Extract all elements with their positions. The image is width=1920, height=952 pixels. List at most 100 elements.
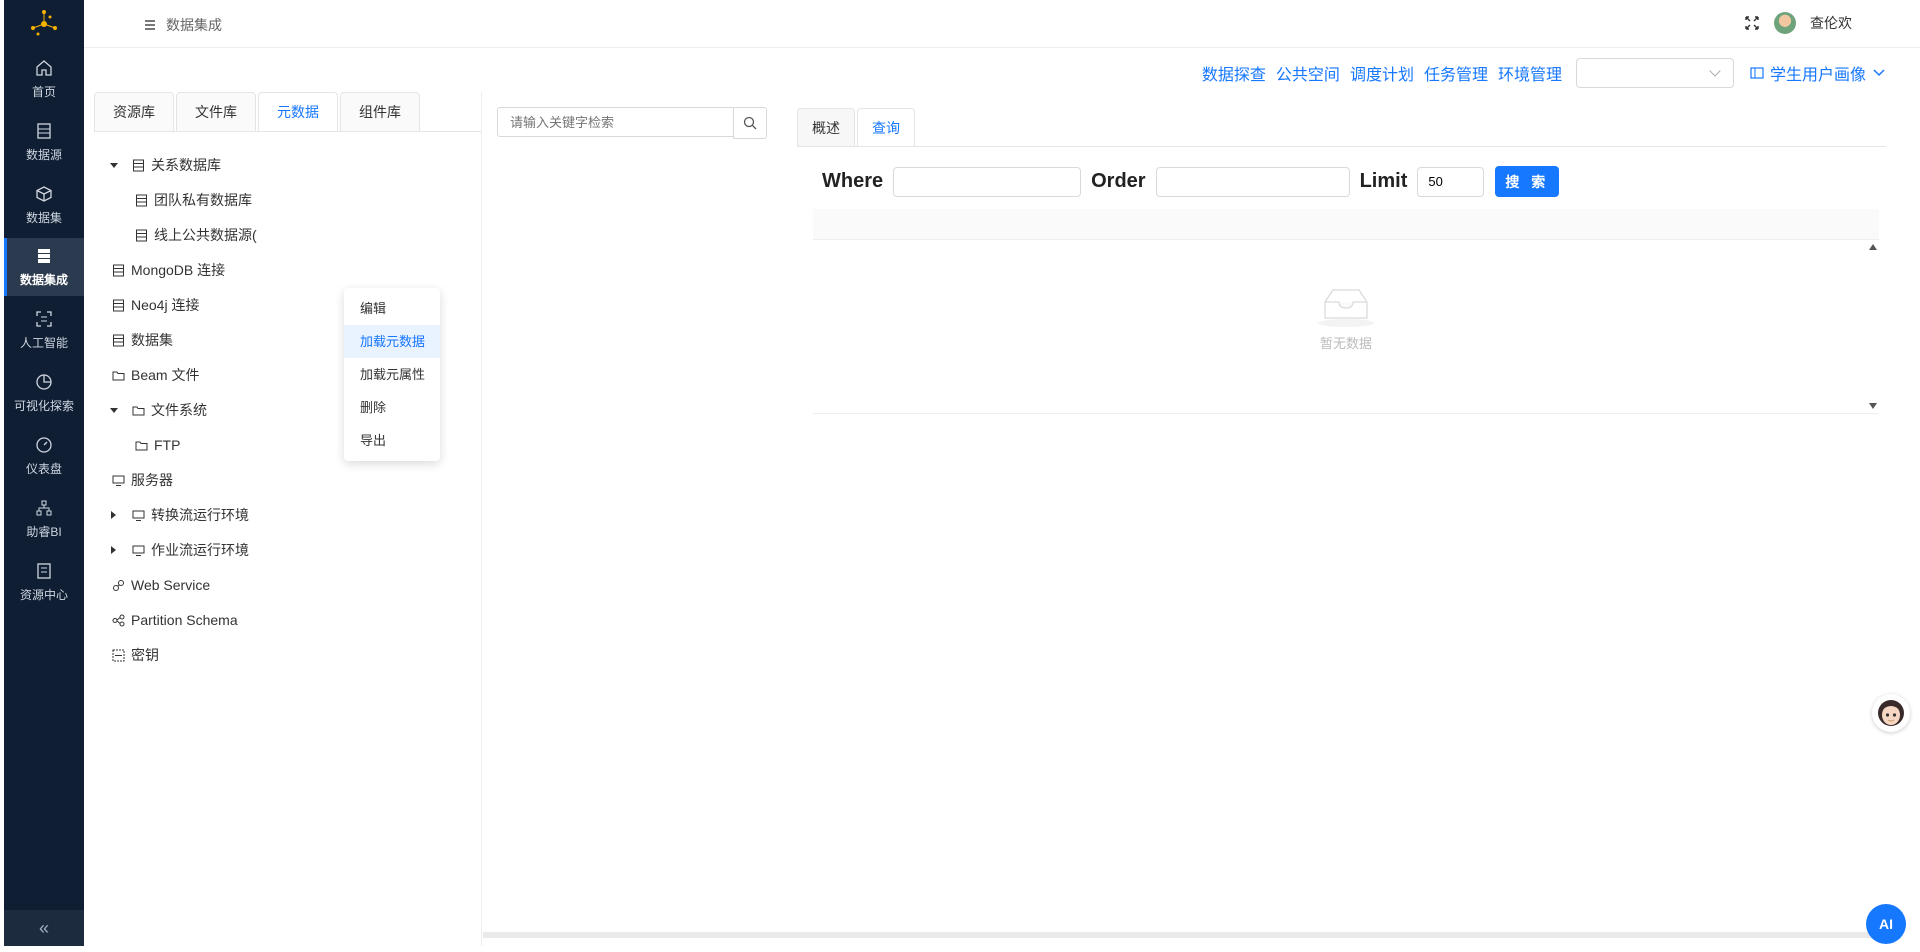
tree-node-online-public-datasource[interactable]: 线上公共数据源( [135,223,257,247]
org-chart-icon [36,500,52,515]
left-panel: 资源库 文件库 元数据 组件库 关系数据库 团队私有数据库 线上公共数据源( M… [86,92,482,946]
sidebar-item-visual-explore[interactable]: 可视化探索 [4,364,84,422]
right-tabs-divider [797,146,1886,147]
dashboard-icon [36,436,52,453]
database-icon [37,122,51,139]
tabs-divider [94,131,481,132]
where-input[interactable] [893,166,1082,197]
tree-node-ftp[interactable]: FTP [135,433,180,457]
tree-node-server[interactable]: 服务器 [112,468,173,492]
key-icon [112,649,125,661]
monitor-icon [132,510,145,521]
limit-input[interactable] [1417,166,1485,197]
horizontal-scrollbar[interactable] [483,932,1894,938]
tab-overview[interactable]: 概述 [797,108,855,147]
caret-right-icon[interactable] [111,511,116,519]
link-schedule-plan[interactable]: 调度计划 [1350,61,1414,85]
tree-node-secret-key[interactable]: 密钥 [112,643,159,667]
menu-icon[interactable] [144,19,156,31]
sidebar-item-label: 人工智能 [19,335,68,350]
caret-down-icon[interactable] [110,162,118,168]
sidebar-item-label: 数据集成 [19,272,68,287]
result-table-body: 暂无数据 [813,240,1879,414]
scroll-up-arrow-icon[interactable] [1869,244,1877,250]
database-icon [136,229,147,241]
partition-icon [112,614,125,626]
database-icon [113,334,124,346]
avatar[interactable] [1774,12,1796,34]
sidebar-item-dashboard[interactable]: 仪表盘 [4,427,84,485]
database-icon [113,299,124,311]
tree-node-beam-file[interactable]: Beam 文件 [112,363,199,387]
empty-inbox-icon [1318,289,1374,327]
scroll-down-arrow-icon[interactable] [1869,403,1877,409]
tree-node-job-env[interactable]: 作业流运行环境 [111,538,249,562]
caret-down-icon[interactable] [110,407,118,413]
breadcrumb-current: 数据集成 [166,17,222,33]
tree-node-dataset[interactable]: 数据集 [112,328,173,352]
sidebar-item-resource-center[interactable]: 资源中心 [4,553,84,611]
search-button[interactable] [733,107,767,139]
keyword-search [497,107,767,139]
left-tabs: 资源库 文件库 元数据 组件库 [94,92,422,132]
sidebar-item-label: 数据集 [25,210,62,225]
tree-node-mongodb[interactable]: MongoDB 连接 [112,258,225,282]
tree-node-file-system[interactable]: 文件系统 [110,398,207,422]
ai-assistant-button[interactable]: AI [1866,904,1906,944]
server-icon [38,248,50,263]
database-icon [113,264,124,276]
sidebar-item-data-integration[interactable]: 数据集成 [4,238,84,296]
menu-item-load-metadata[interactable]: 加载元数据 [344,325,440,358]
cube-icon [36,185,52,202]
menu-item-edit[interactable]: 编辑 [344,292,440,325]
sidebar-collapse-button[interactable]: « [4,910,84,946]
limit-label: Limit [1359,170,1408,192]
breadcrumb: 数据集成 [144,15,222,35]
tab-metadata[interactable]: 元数据 [258,92,338,132]
project-select[interactable] [1575,58,1734,88]
tab-repository[interactable]: 资源库 [94,92,174,132]
sidebar-item-bi[interactable]: 助睿BI [4,490,84,548]
sidebar-item-label: 可视化探索 [13,398,74,413]
tab-file-library[interactable]: 文件库 [176,92,256,132]
folder-icon [112,371,125,380]
order-input[interactable] [1155,166,1350,197]
fullscreen-icon[interactable] [1744,15,1760,31]
search-input[interactable] [497,107,733,137]
tree-node-relational-db[interactable]: 关系数据库 [110,153,221,177]
query-form: Where Order Limit 搜 索 [822,166,1560,197]
sidebar-item-ai[interactable]: 人工智能 [4,301,84,359]
menu-item-delete[interactable]: 删除 [344,391,440,424]
menu-item-load-meta-attributes[interactable]: 加载元属性 [344,358,440,391]
database-icon [133,159,144,171]
right-tabs: 概述 查询 [797,108,917,147]
context-menu: 编辑 加载元数据 加载元属性 删除 导出 [344,288,440,461]
student-portrait-dropdown[interactable]: 学生用户画像 [1750,61,1886,85]
sidebar-item-dataset[interactable]: 数据集 [4,176,84,234]
tab-component-library[interactable]: 组件库 [340,92,420,132]
sidebar-item-datasource[interactable]: 数据源 [4,113,84,171]
sidebar-item-label: 仪表盘 [25,461,62,476]
caret-right-icon[interactable] [111,546,116,554]
assistant-avatar[interactable] [1872,694,1910,732]
tree-node-web-service[interactable]: Web Service [112,573,210,597]
tree-node-team-private-db[interactable]: 团队私有数据库 [135,188,252,212]
tree-node-neo4j[interactable]: Neo4j 连接 [112,293,199,317]
username[interactable]: 查伦欢 [1810,13,1852,33]
sidebar: 首页 数据源 数据集 数据集成 人工智能 可视化探索 仪表盘 助睿BI 资源中心… [4,0,84,946]
sidebar-item-home[interactable]: 首页 [4,50,84,108]
menu-item-export[interactable]: 导出 [344,424,440,457]
tab-query[interactable]: 查询 [857,108,915,147]
app-logo-icon[interactable] [28,8,60,40]
link-task-management[interactable]: 任务管理 [1424,61,1488,85]
link-data-explore[interactable]: 数据探查 [1202,61,1266,85]
tree-node-transform-env[interactable]: 转换流运行环境 [111,503,249,527]
link-public-space[interactable]: 公共空间 [1276,61,1340,85]
monitor-icon [112,475,125,486]
folder-icon [132,406,145,415]
query-search-button[interactable]: 搜 索 [1495,166,1560,197]
user-area: 查伦欢 [1744,12,1852,34]
link-environment-management[interactable]: 环境管理 [1498,61,1562,85]
tree-node-partition-schema[interactable]: Partition Schema [112,608,238,632]
sidebar-item-label: 助睿BI [26,524,62,539]
